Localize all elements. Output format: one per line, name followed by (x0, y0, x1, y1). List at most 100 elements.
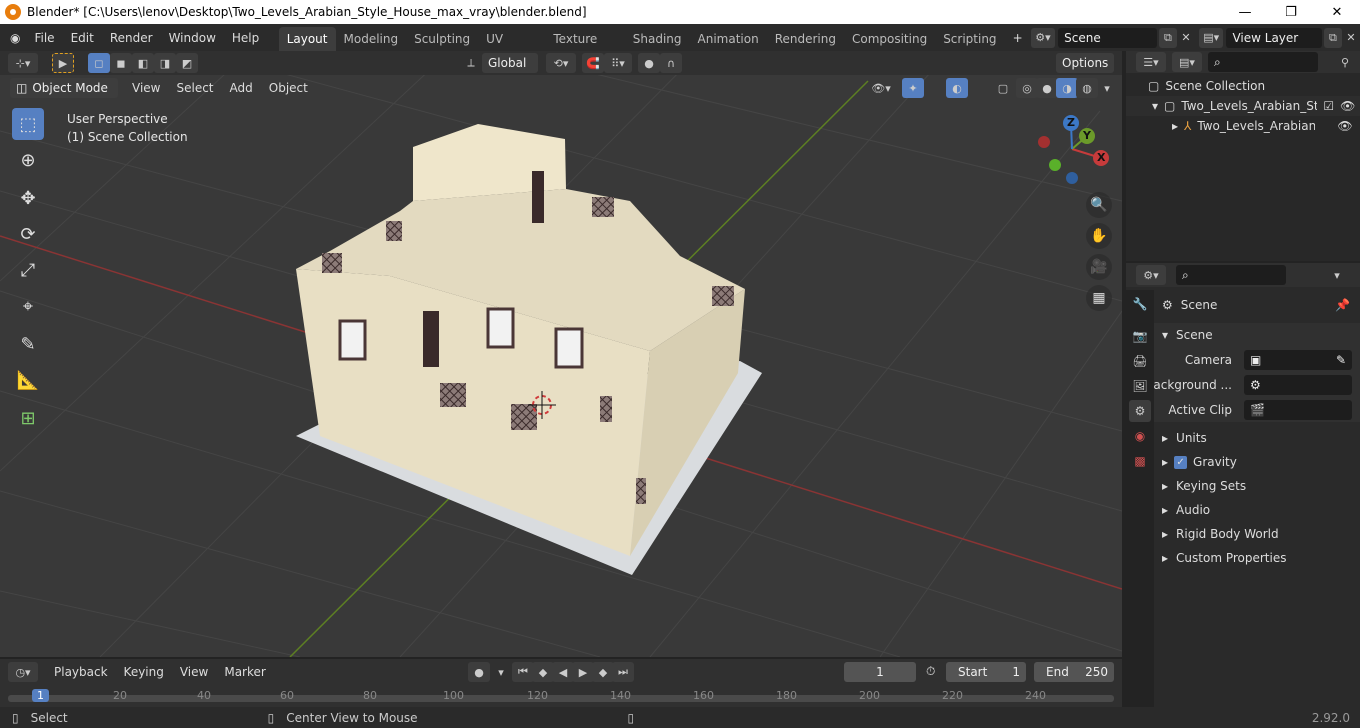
scene-tab-icon[interactable]: ⚙ (1129, 400, 1151, 422)
keying-set-icon[interactable]: ▾ (490, 662, 512, 682)
properties-editor-type-icon[interactable]: ⚙▾ (1136, 265, 1166, 285)
custom-properties-panel-header[interactable]: ▸ Custom Properties (1126, 546, 1360, 570)
options-button[interactable]: Options (1056, 53, 1115, 73)
gravity-panel-header[interactable]: ▸ ✓ Gravity (1126, 450, 1360, 474)
timeline-menu-keying[interactable]: Keying (116, 661, 172, 683)
filter-icon[interactable]: ⚲ (1334, 52, 1356, 72)
outliner-editor-type-icon[interactable]: ☰▾ (1136, 52, 1166, 72)
tab-compositing[interactable]: Compositing (844, 27, 935, 51)
jump-end-icon[interactable]: ⏭ (612, 662, 634, 682)
mode-extend-icon[interactable]: ◼ (110, 53, 132, 73)
solid-shading-icon[interactable]: ● (1036, 78, 1058, 98)
viewport-menu-view[interactable]: View (124, 77, 168, 99)
tab-animation[interactable]: Animation (690, 27, 767, 51)
mode-new-icon[interactable]: ◻ (88, 53, 110, 73)
current-frame-field[interactable]: 1 (844, 662, 916, 682)
select-box-icon[interactable]: ▶ (52, 53, 74, 73)
menu-file[interactable]: File (26, 27, 62, 49)
zoom-icon[interactable]: 🔍 (1086, 192, 1112, 218)
menu-window[interactable]: Window (161, 27, 224, 49)
timeline-menu-view[interactable]: View (172, 661, 216, 683)
view-layer-selector-icon[interactable]: ▤▾ (1198, 27, 1224, 48)
play-reverse-icon[interactable]: ◀ (552, 662, 574, 682)
tab-shading[interactable]: Shading (625, 27, 690, 51)
select-tool[interactable]: ⬚ (12, 108, 44, 140)
snap-target-icon[interactable]: ⠿▾ (604, 53, 632, 73)
tool-tab-icon[interactable]: 🔧 (1129, 293, 1151, 315)
timeline-menu-playback[interactable]: Playback (46, 661, 116, 683)
expand-arrow-icon[interactable]: ▾ (1152, 99, 1158, 113)
viewport-menu-add[interactable]: Add (222, 77, 261, 99)
rendered-shading-icon[interactable]: ◍ (1076, 78, 1098, 98)
scale-tool[interactable]: ⤢ (12, 254, 44, 286)
render-tab-icon[interactable]: 📷 (1129, 325, 1151, 347)
add-cube-tool[interactable]: ⊞ (12, 402, 44, 434)
outliner-row-collection[interactable]: ▾ ▢ Two_Levels_Arabian_Sty ☑ 👁 (1126, 96, 1360, 116)
background-scene-field[interactable]: ⚙ (1244, 374, 1352, 395)
view-layer-field[interactable]: View Layer (1226, 27, 1322, 48)
rotate-tool[interactable]: ⟳ (12, 218, 44, 250)
wireframe-shading-icon[interactable]: ◎ (1016, 78, 1038, 98)
mode-select[interactable]: ◫ Object Mode (10, 78, 118, 98)
view-layer-tab-icon[interactable]: 🖼 (1129, 375, 1151, 397)
viewport-menu-object[interactable]: Object (261, 77, 316, 99)
tab-sculpting[interactable]: Sculpting (406, 27, 478, 51)
menu-edit[interactable]: Edit (63, 27, 102, 49)
maximize-button[interactable]: ❐ (1268, 0, 1314, 24)
rigid-body-panel-header[interactable]: ▸ Rigid Body World (1126, 522, 1360, 546)
overlay-toggle-icon[interactable]: ◐ (946, 78, 968, 98)
blender-menu-icon[interactable]: ◉ (0, 27, 26, 49)
properties-options-icon[interactable]: ▾ (1326, 265, 1348, 285)
proportional-falloff-icon[interactable]: ∩ (660, 53, 682, 73)
menu-render[interactable]: Render (102, 27, 161, 49)
transform-orientation-select[interactable]: Global (482, 53, 538, 73)
gravity-checkbox[interactable]: ✓ (1174, 455, 1188, 469)
measure-tool[interactable]: 📐 (12, 364, 44, 396)
add-workspace-icon[interactable]: + (1005, 27, 1031, 49)
scene-selector-icon[interactable]: ⚙▾ (1030, 27, 1056, 48)
exclude-checkbox-icon[interactable]: ☑ (1323, 99, 1334, 113)
shading-options-icon[interactable]: ▾ (1096, 78, 1118, 98)
mode-invert-icon[interactable]: ◨ (154, 53, 176, 73)
tab-texture-paint[interactable]: Texture Paint (545, 27, 624, 70)
jump-keyframe-forward-icon[interactable]: ◆ (592, 662, 614, 682)
tab-uv-editing[interactable]: UV Editing (478, 27, 545, 70)
pivot-point-icon[interactable]: ⟲▾ (546, 53, 576, 73)
scene-name-field[interactable]: Scene (1058, 27, 1157, 48)
gizmo-toggle-icon[interactable]: ✦ (902, 78, 924, 98)
material-shading-icon[interactable]: ◑ (1056, 78, 1078, 98)
tab-layout[interactable]: Layout (278, 27, 336, 51)
audio-panel-header[interactable]: ▸ Audio (1126, 498, 1360, 522)
minimize-button[interactable]: — (1222, 0, 1268, 24)
tab-modeling[interactable]: Modeling (336, 27, 407, 51)
play-icon[interactable]: ▶ (572, 662, 594, 682)
tab-scripting[interactable]: Scripting (935, 27, 1004, 51)
viewport-menu-select[interactable]: Select (168, 77, 221, 99)
jump-start-icon[interactable]: ⏮ (512, 662, 534, 682)
delete-scene-icon[interactable]: ✕ (1177, 28, 1195, 48)
auto-keying-icon[interactable]: ● (468, 662, 490, 682)
jump-keyframe-back-icon[interactable]: ◆ (532, 662, 554, 682)
move-tool[interactable]: ✥ (12, 182, 44, 214)
mode-intersect-icon[interactable]: ◩ (176, 53, 198, 73)
editor-type-icon[interactable]: ⊹▾ (8, 53, 38, 73)
camera-field[interactable]: ▣ ✎ (1244, 349, 1352, 370)
display-mode-icon[interactable]: ▤▾ (1172, 52, 1202, 72)
texture-tab-icon[interactable]: ▩ (1129, 450, 1151, 472)
end-frame-field[interactable]: End 250 (1034, 662, 1114, 682)
visibility-icon[interactable]: 👁▾ (866, 78, 896, 98)
delete-view-layer-icon[interactable]: ✕ (1342, 28, 1360, 48)
annotate-tool[interactable]: ✎ (12, 328, 44, 360)
preview-range-icon[interactable]: ⏱ (926, 664, 935, 679)
expand-arrow-icon[interactable]: ▸ (1172, 119, 1178, 133)
eye-icon[interactable]: 👁 (1337, 119, 1352, 133)
output-tab-icon[interactable]: 🖨 (1129, 350, 1151, 372)
timeline-menu-marker[interactable]: Marker (216, 661, 273, 683)
new-view-layer-icon[interactable]: ⧉ (1323, 27, 1342, 48)
menu-help[interactable]: Help (224, 27, 267, 49)
eye-icon[interactable]: 👁 (1340, 99, 1355, 113)
xray-icon[interactable]: ▢ (992, 78, 1014, 98)
camera-view-icon[interactable]: 🎥 (1086, 254, 1112, 280)
pin-icon[interactable]: 📌 (1335, 298, 1350, 312)
new-scene-icon[interactable]: ⧉ (1158, 27, 1177, 48)
